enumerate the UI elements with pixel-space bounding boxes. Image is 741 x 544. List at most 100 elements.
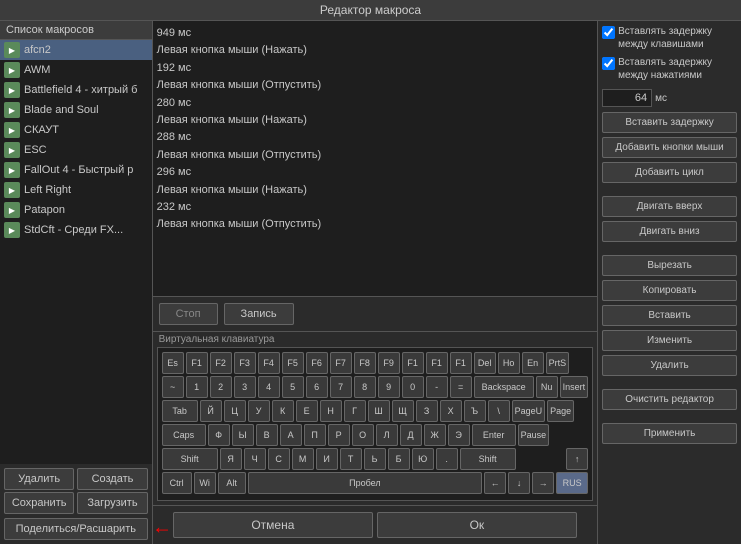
key-f6[interactable]: F6 [306,352,328,374]
key-minus[interactable]: - [426,376,448,398]
key-space[interactable]: Пробел [248,472,483,494]
list-item[interactable]: ▶ AWM [0,60,152,80]
delete-macro-button[interactable]: Удалить [4,468,74,490]
key-zh-ru[interactable]: Ж [424,424,446,446]
ok-button[interactable]: Ок [377,512,577,538]
move-up-button[interactable]: Двигать вверх [602,196,737,217]
key-del[interactable]: Del [474,352,496,374]
key-t-ru[interactable]: Т [340,448,362,470]
key-f8[interactable]: F8 [354,352,376,374]
key-2[interactable]: 2 [210,376,232,398]
key-yu-ru[interactable]: Ю [412,448,434,470]
key-o-ru[interactable]: О [352,424,374,446]
key-s-ru[interactable]: С [268,448,290,470]
key-e-ru[interactable]: Э [448,424,470,446]
stop-button[interactable]: Стоп [159,303,218,325]
key-f-ru[interactable]: Ф [208,424,230,446]
key-7[interactable]: 7 [330,376,352,398]
key-f9[interactable]: F9 [378,352,400,374]
copy-button[interactable]: Копировать [602,280,737,301]
checkbox-delay-keys[interactable] [602,26,615,39]
key-j[interactable]: Й [200,400,222,422]
key-f4[interactable]: F4 [258,352,280,374]
key-3[interactable]: 3 [234,376,256,398]
key-1[interactable]: 1 [186,376,208,398]
key-shch[interactable]: Щ [392,400,414,422]
key-alt[interactable]: Alt [218,472,246,494]
key-r-ru[interactable]: Р [328,424,350,446]
insert-delay-button[interactable]: Вставить задержку [602,112,737,133]
key-a-ru[interactable]: А [280,424,302,446]
key-d-ru[interactable]: Д [400,424,422,446]
key-b-ru[interactable]: Б [388,448,410,470]
key-backslash[interactable]: \ [488,400,510,422]
key-hard[interactable]: Ъ [464,400,486,422]
delay-value-input[interactable] [602,89,652,107]
list-item[interactable]: ▶ Patapon [0,200,152,220]
modify-button[interactable]: Изменить [602,330,737,351]
key-arrow-right[interactable]: → [532,472,554,494]
key-f3[interactable]: F3 [234,352,256,374]
key-shift-right[interactable]: Shift [460,448,516,470]
key-f5[interactable]: F5 [282,352,304,374]
key-end[interactable]: En [522,352,544,374]
key-k[interactable]: К [272,400,294,422]
list-item[interactable]: ▶ Left Right [0,180,152,200]
key-insert[interactable]: Insert [560,376,589,398]
key-e[interactable]: Е [296,400,318,422]
key-dot[interactable]: . [436,448,458,470]
list-item[interactable]: ▶ FallOut 4 - Быстрый р [0,160,152,180]
key-4[interactable]: 4 [258,376,280,398]
list-item[interactable]: ▶ Battlefield 4 - хитрый б [0,80,152,100]
key-m-ru[interactable]: М [292,448,314,470]
key-pgup[interactable]: PageU [512,400,546,422]
key-sh[interactable]: Ш [368,400,390,422]
key-f2[interactable]: F2 [210,352,232,374]
key-ctrl[interactable]: Ctrl [162,472,192,494]
load-macro-button[interactable]: Загрузить [77,492,147,514]
key-esc[interactable]: Es [162,352,184,374]
key-ch-ru[interactable]: Ч [244,448,266,470]
key-f12[interactable]: F1 [450,352,472,374]
list-item[interactable]: ▶ СКАУТ [0,120,152,140]
key-tab[interactable]: Tab [162,400,198,422]
delete-button[interactable]: Удалить [602,355,737,376]
key-numlock[interactable]: Nu [536,376,558,398]
cut-button[interactable]: Вырезать [602,255,737,276]
key-g[interactable]: Г [344,400,366,422]
key-arrow-up[interactable]: ↑ [566,448,588,470]
editor-area[interactable]: 949 мс Левая кнопка мыши (Нажать) 192 мс… [153,21,598,297]
key-9[interactable]: 9 [378,376,400,398]
add-cycle-button[interactable]: Добавить цикл [602,162,737,183]
key-home[interactable]: Ho [498,352,520,374]
key-f10[interactable]: F1 [402,352,424,374]
paste-button[interactable]: Вставить [602,305,737,326]
add-mouse-button[interactable]: Добавить кнопки мыши [602,137,737,158]
key-prtsc[interactable]: PrtS [546,352,570,374]
list-item[interactable]: ▶ ESC [0,140,152,160]
key-h[interactable]: Х [440,400,462,422]
list-item[interactable]: ▶ Blade and Soul [0,100,152,120]
key-i-ru[interactable]: И [316,448,338,470]
checkbox-delay-presses[interactable] [602,57,615,70]
move-down-button[interactable]: Двигать вниз [602,221,737,242]
key-pause[interactable]: Pause [518,424,550,446]
key-enter[interactable]: Enter [472,424,516,446]
key-win[interactable]: Wi [194,472,216,494]
list-item[interactable]: ▶ StdCft - Среди FX... [0,220,152,240]
key-l-ru[interactable]: Л [376,424,398,446]
create-macro-button[interactable]: Создать [77,468,147,490]
key-shift-left[interactable]: Shift [162,448,218,470]
save-macro-button[interactable]: Сохранить [4,492,74,514]
share-macro-button[interactable]: Поделиться/Расшарить [4,518,148,540]
key-tilde[interactable]: ~ [162,376,184,398]
macro-list[interactable]: ▶ afcn2 ▶ AWM ▶ Battlefield 4 - хитрый б… [0,40,152,464]
key-pgdn[interactable]: Page [547,400,574,422]
key-arrow-left[interactable]: ← [484,472,506,494]
key-n[interactable]: Н [320,400,342,422]
list-item[interactable]: ▶ afcn2 [0,40,152,60]
key-f1[interactable]: F1 [186,352,208,374]
cancel-button[interactable]: Отмена [173,512,373,538]
key-p-ru[interactable]: П [304,424,326,446]
key-v-ru[interactable]: В [256,424,278,446]
